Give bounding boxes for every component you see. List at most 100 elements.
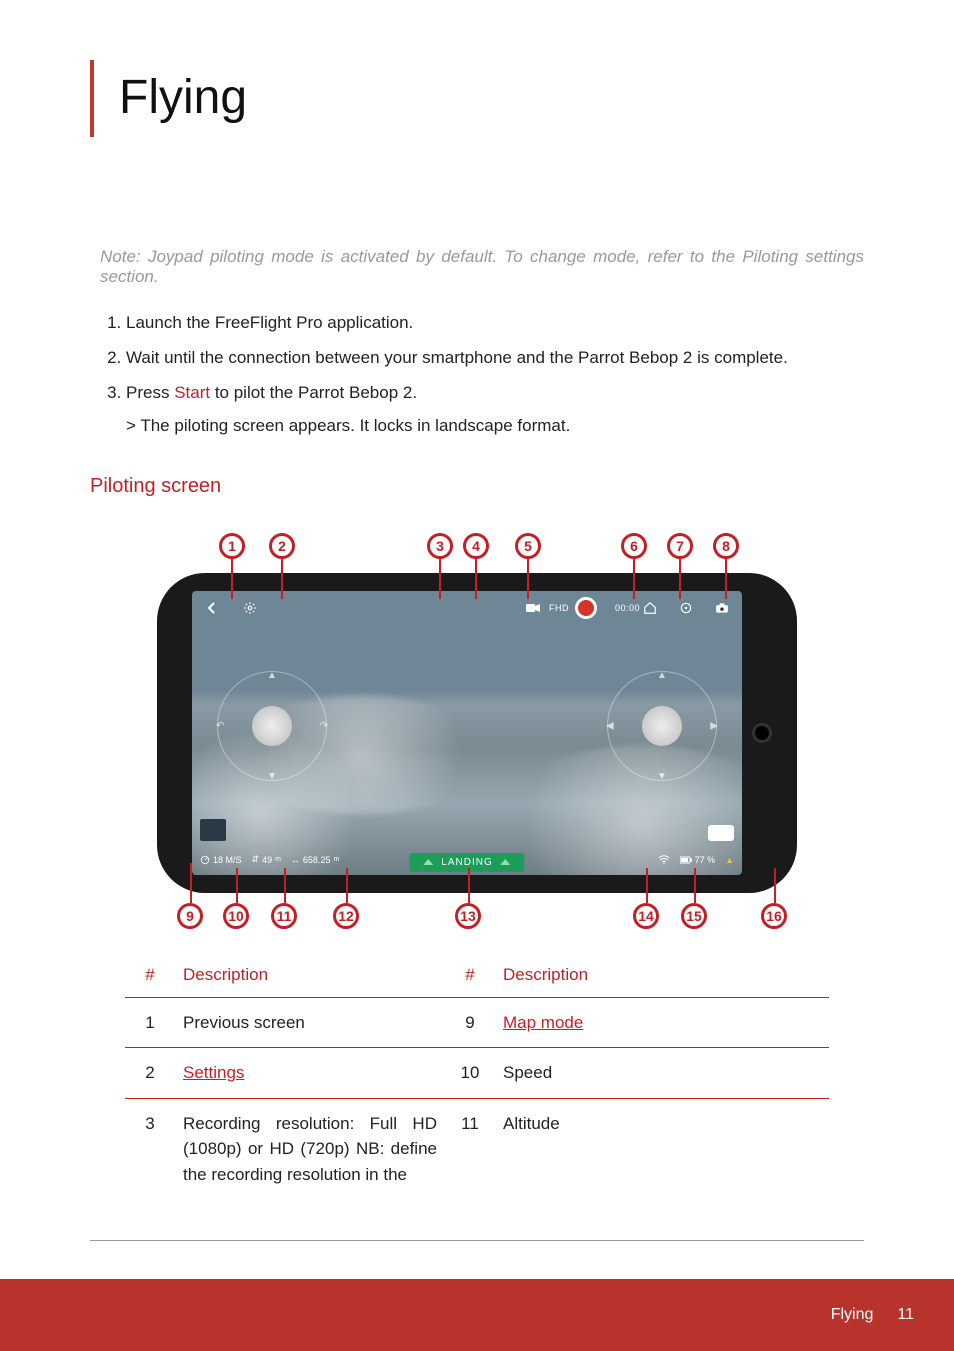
callout-16: 16 bbox=[761, 903, 787, 929]
callout-8: 8 bbox=[713, 533, 739, 559]
target-icon[interactable] bbox=[676, 598, 696, 618]
rotate-left-icon: ↶ bbox=[216, 720, 224, 731]
callout-12: 12 bbox=[333, 903, 359, 929]
callout-2: 2 bbox=[269, 533, 295, 559]
map-mode-link[interactable]: Map mode bbox=[503, 1013, 583, 1032]
page-title-block: Flying bbox=[90, 60, 864, 137]
page-title: Flying bbox=[119, 60, 247, 137]
note-text: Note: Joypad piloting mode is activated … bbox=[100, 247, 864, 287]
altitude-unit: m bbox=[275, 856, 281, 863]
table-row: 2 Settings 10 Speed bbox=[125, 1048, 829, 1099]
callout-line bbox=[475, 559, 477, 599]
callout-line bbox=[646, 868, 648, 903]
cell-desc: Previous screen bbox=[175, 997, 445, 1048]
back-icon[interactable] bbox=[202, 598, 222, 618]
cell-num: 11 bbox=[445, 1098, 495, 1199]
gps-indicator: ▲ bbox=[725, 855, 734, 865]
callout-13: 13 bbox=[455, 903, 481, 929]
wifi-indicator bbox=[658, 855, 670, 865]
callout-line bbox=[527, 559, 529, 599]
col-header-desc: Description bbox=[495, 953, 829, 998]
piloting-screen-figure: 1 2 3 4 5 6 7 8 bbox=[147, 533, 807, 933]
cell-num: 9 bbox=[445, 997, 495, 1048]
phone-mockup: FHD 00:00 bbox=[157, 573, 797, 893]
camera-icon[interactable] bbox=[712, 598, 732, 618]
callout-line bbox=[281, 559, 283, 599]
video-icon bbox=[523, 598, 543, 618]
battery-value: 77 % bbox=[695, 855, 716, 865]
start-keyword: Start bbox=[174, 383, 210, 402]
altitude-indicator: ⇵ 49m bbox=[252, 854, 281, 865]
left-joystick[interactable]: ▲ ▼ ↶ ↷ bbox=[217, 671, 327, 781]
chevron-left-icon: ◀ bbox=[606, 720, 614, 731]
rotate-right-icon: ↷ bbox=[320, 720, 328, 731]
callout-9: 9 bbox=[177, 903, 203, 929]
cell-desc: Map mode bbox=[495, 997, 829, 1048]
distance-indicator: ↔ 658.25m bbox=[291, 855, 339, 865]
col-header-desc: Description bbox=[175, 953, 445, 998]
cell-num: 3 bbox=[125, 1098, 175, 1199]
callout-4: 4 bbox=[463, 533, 489, 559]
chevron-down-icon: ▼ bbox=[657, 771, 667, 782]
speed-value: 18 M/S bbox=[213, 855, 242, 865]
map-thumbnail[interactable] bbox=[200, 819, 226, 841]
cell-num: 10 bbox=[445, 1048, 495, 1099]
footer-page-number: 11 bbox=[897, 1306, 914, 1324]
cell-desc: Recording resolution: Full HD (1080p) or… bbox=[175, 1098, 445, 1199]
section-heading: Piloting screen bbox=[90, 475, 864, 498]
callout-5: 5 bbox=[515, 533, 541, 559]
legend-table: # Description # Description 1 Previous s… bbox=[125, 953, 829, 1200]
chevron-down-icon: ▼ bbox=[267, 771, 277, 782]
footer-divider bbox=[90, 1240, 864, 1241]
chevron-right-icon: ▶ bbox=[710, 720, 718, 731]
step-2: Wait until the connection between your s… bbox=[126, 344, 864, 371]
step-1: Launch the FreeFlight Pro application. bbox=[126, 309, 864, 336]
title-accent-bar bbox=[90, 60, 94, 137]
step-3-suffix: to pilot the Parrot Bebop 2. bbox=[210, 383, 417, 402]
cell-num: 1 bbox=[125, 997, 175, 1048]
step-3-prefix: Press bbox=[126, 383, 174, 402]
distance-value: 658.25 bbox=[303, 855, 331, 865]
record-button[interactable] bbox=[575, 597, 597, 619]
callout-10: 10 bbox=[223, 903, 249, 929]
app-top-bar: FHD 00:00 bbox=[192, 591, 742, 625]
cell-desc: Speed bbox=[495, 1048, 829, 1099]
callout-line bbox=[468, 868, 470, 903]
callout-line bbox=[439, 559, 441, 599]
resolution-label: FHD bbox=[549, 603, 569, 613]
table-row: 3 Recording resolution: Full HD (1080p) … bbox=[125, 1098, 829, 1199]
col-header-num: # bbox=[125, 953, 175, 998]
callout-line bbox=[633, 559, 635, 599]
page-footer: Flying 11 bbox=[0, 1279, 954, 1351]
timer-label: 00:00 bbox=[615, 603, 640, 613]
callout-line bbox=[231, 559, 233, 599]
settings-link[interactable]: Settings bbox=[183, 1063, 244, 1082]
chevron-up-icon: ▲ bbox=[657, 670, 667, 681]
battery-indicator: 77 % bbox=[680, 855, 716, 865]
cell-desc: Settings bbox=[175, 1048, 445, 1099]
callout-line bbox=[774, 868, 776, 903]
callout-7: 7 bbox=[667, 533, 693, 559]
cell-desc: Altitude bbox=[495, 1098, 829, 1199]
speed-indicator: 18 M/S bbox=[200, 855, 242, 865]
app-bottom-bar: 18 M/S ⇵ 49m ↔ 658.25m bbox=[192, 845, 742, 875]
callout-line bbox=[679, 559, 681, 599]
callout-14: 14 bbox=[633, 903, 659, 929]
callout-15: 15 bbox=[681, 903, 707, 929]
gear-icon[interactable] bbox=[240, 598, 260, 618]
callout-line bbox=[694, 868, 696, 903]
col-header-num: # bbox=[445, 953, 495, 998]
vr-thumbnail[interactable] bbox=[708, 825, 734, 841]
callout-3: 3 bbox=[427, 533, 453, 559]
callout-line bbox=[284, 868, 286, 903]
callout-line bbox=[236, 868, 238, 903]
callout-line bbox=[346, 868, 348, 903]
step-3-result: > The piloting screen appears. It locks … bbox=[126, 412, 864, 439]
callout-11: 11 bbox=[271, 903, 297, 929]
right-joystick[interactable]: ▲ ▼ ◀ ▶ bbox=[607, 671, 717, 781]
callout-1: 1 bbox=[219, 533, 245, 559]
callout-line bbox=[725, 559, 727, 599]
home-icon[interactable] bbox=[640, 598, 660, 618]
footer-section-name: Flying bbox=[831, 1306, 874, 1324]
step-3: Press Start to pilot the Parrot Bebop 2.… bbox=[126, 379, 864, 439]
